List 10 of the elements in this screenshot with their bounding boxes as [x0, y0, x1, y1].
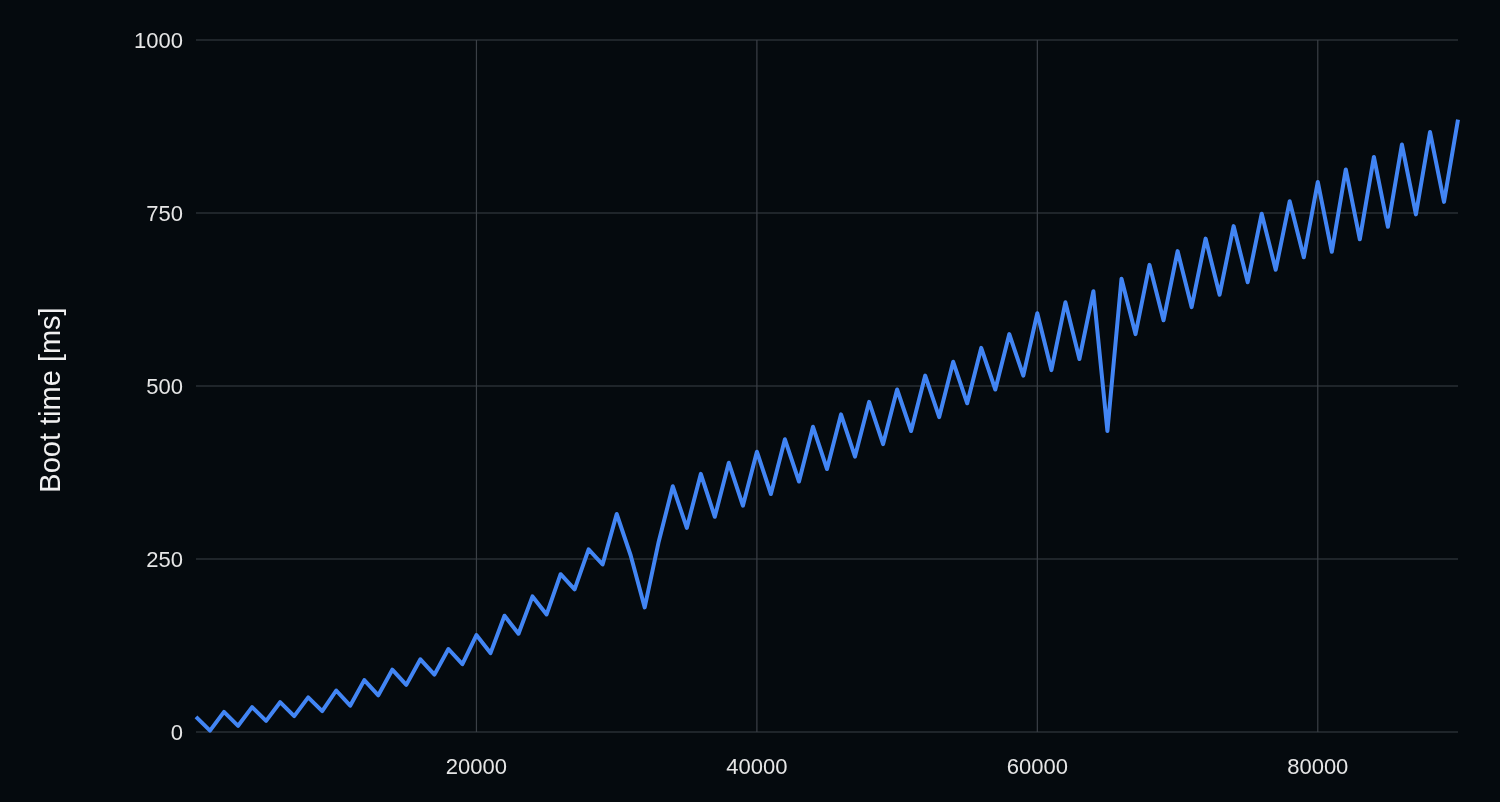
x-tick-label: 80000: [1287, 754, 1349, 779]
y-tick-label: 250: [146, 547, 183, 572]
x-tick-label: 40000: [726, 754, 788, 779]
y-tick-label: 500: [146, 374, 183, 399]
y-tick-label: 750: [146, 201, 183, 226]
y-tick-label: 0: [170, 720, 183, 745]
x-tick-label: 20000: [445, 754, 508, 779]
y-axis-title: Boot time [ms]: [34, 307, 66, 493]
y-tick-label: 1000: [134, 28, 183, 53]
x-tick-label: 60000: [1006, 754, 1068, 779]
